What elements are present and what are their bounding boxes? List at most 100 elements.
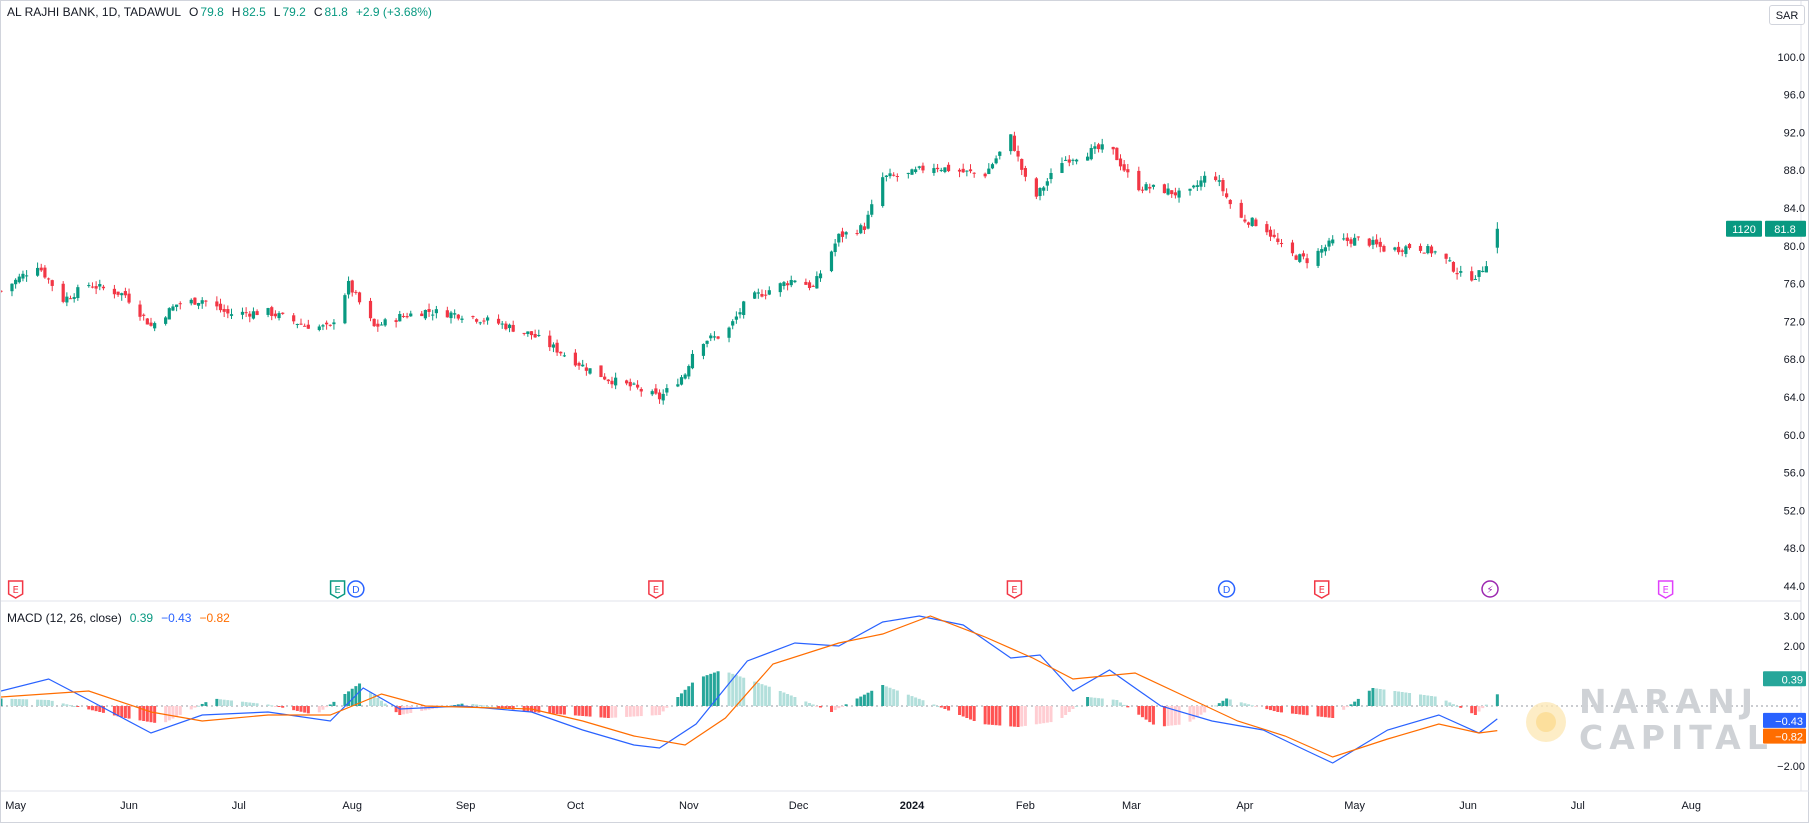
candle-body [175, 304, 179, 307]
candle-body [189, 299, 193, 304]
event-marker-earnings-red[interactable]: E [7, 580, 24, 599]
watermark-logo-inner [1536, 712, 1556, 732]
candle-body [657, 392, 662, 400]
event-marker-letter: D [1223, 585, 1231, 596]
candle-body [112, 288, 117, 295]
candle-body [292, 315, 296, 322]
candle-body [548, 335, 552, 348]
candle-body [1148, 186, 1152, 189]
price-tick-label: 68.0 [1784, 354, 1805, 366]
candle-body [943, 167, 947, 172]
candle-body [496, 318, 501, 324]
macd-hist-bar [884, 686, 888, 706]
macd-hist-bar [1214, 705, 1218, 707]
time-tick-label: Apr [1236, 800, 1253, 812]
candle-body [650, 391, 654, 395]
macd-hist-bar [1034, 706, 1038, 725]
event-marker-earnings-future[interactable]: E [1657, 580, 1674, 599]
macd-hist-bar [281, 706, 285, 708]
candle-body [716, 336, 720, 339]
candle-body [248, 313, 252, 317]
time-tick-label: Sep [456, 800, 476, 812]
candle-body [1075, 159, 1079, 162]
candle-body [990, 164, 995, 169]
candle-body [679, 377, 684, 385]
macd-hist-bar [1327, 706, 1331, 718]
chart-root[interactable]: 44.0 48.0 52.0 56.0 60.0 64.0 68.0 72.0 76.0 80.0… [0, 0, 1809, 823]
candle-body [577, 362, 581, 366]
macd-hist-bar [599, 706, 603, 718]
candle-body [1272, 234, 1276, 237]
macd-hist-bar [1126, 706, 1130, 708]
candle-body [1495, 228, 1499, 248]
currency-button[interactable]: SAR [1769, 5, 1805, 25]
macd-hist-bar [862, 694, 866, 706]
event-marker-dividend[interactable]: D [347, 580, 365, 598]
event-marker-earnings-red[interactable]: E [1006, 580, 1023, 599]
macd-hist-bar [226, 700, 230, 706]
candle-body [1049, 173, 1053, 180]
candle-body [1279, 242, 1284, 245]
macd-hist-bar [292, 706, 296, 711]
macd-hist-bar [1481, 706, 1485, 709]
candle-body [306, 324, 310, 329]
macd-hist-bar [628, 706, 632, 717]
macd-hist-bar [1144, 706, 1148, 720]
candle-body [372, 318, 376, 327]
macd-hist-bar [1276, 706, 1280, 712]
macd-hist-bar [658, 706, 662, 715]
macd-hist-bar [606, 706, 610, 718]
macd-hist-bar [153, 706, 157, 723]
candle-body [965, 170, 969, 172]
candle-body [485, 317, 490, 321]
event-marker-earnings-green[interactable]: E [329, 580, 346, 599]
macd-hist-bar [1279, 706, 1283, 713]
event-marker-earnings-red[interactable]: E [648, 580, 664, 599]
candle-body [1418, 245, 1423, 251]
symbol-title[interactable]: AL RAJHI BANK, 1D, TADAWUL [7, 5, 181, 19]
candle-body [1199, 180, 1203, 187]
candle-body [204, 300, 208, 302]
candle-body [606, 379, 610, 382]
macd-hist-bar [1093, 697, 1097, 706]
candle-body [1023, 168, 1027, 177]
candle-body [855, 233, 859, 235]
macd-hist-bar [167, 706, 171, 721]
event-marker-split[interactable]: ⚡ [1481, 580, 1499, 598]
macd-hist-bar [332, 701, 336, 706]
macd-line [1, 615, 1498, 764]
macd-hist-bar [1100, 698, 1104, 706]
close-label: C [313, 5, 323, 19]
macd-hist-bar [1016, 706, 1020, 727]
candle-body [405, 316, 409, 318]
candle-body [599, 365, 603, 378]
macd-hist-bar [47, 700, 51, 706]
candle-body [244, 312, 248, 314]
candle-body [1426, 246, 1430, 254]
macd-hist-bar [837, 706, 841, 709]
macd-hist-bar [405, 706, 409, 714]
macd-hist-bar [171, 706, 175, 719]
macd-hist-bar [61, 703, 65, 706]
macd-title[interactable]: MACD (12, 26, close) [7, 611, 122, 625]
signal-line [1, 615, 1498, 758]
event-marker-earnings-red[interactable]: E [1313, 580, 1330, 599]
macd-hist-bar [1071, 706, 1075, 709]
macd-hist-bar [1023, 706, 1027, 726]
event-marker-dividend[interactable]: D [1217, 580, 1236, 598]
candle-body [90, 286, 95, 288]
macd-hist-bar [1111, 699, 1115, 706]
candle-body [1378, 241, 1382, 247]
macd-value-badge: 0.39 [1782, 674, 1803, 686]
macd-hist-bar [958, 706, 962, 715]
candle-body [449, 312, 453, 319]
candle-body [1162, 184, 1167, 194]
candle-body [383, 319, 387, 326]
candle-body [840, 231, 845, 237]
candle-body [767, 290, 771, 295]
candle-body [778, 283, 782, 293]
time-tick-label: May [1344, 800, 1365, 812]
candle-body [625, 380, 629, 384]
macd-value-badge: −0.82 [1775, 732, 1803, 744]
time-tick-label: Aug [342, 800, 362, 812]
